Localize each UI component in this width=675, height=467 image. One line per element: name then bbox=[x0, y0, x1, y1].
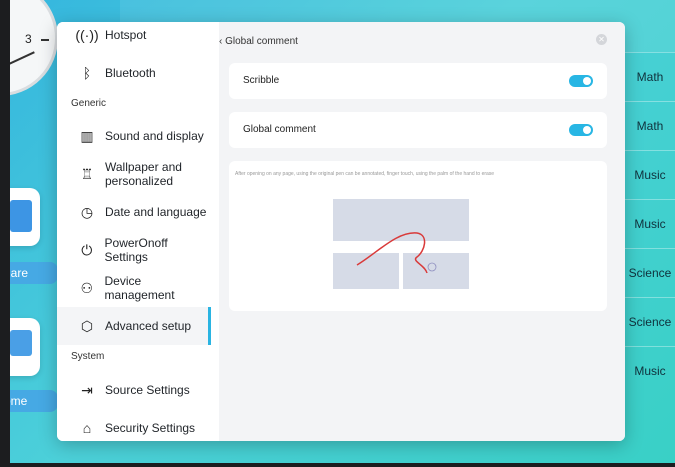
touch-point bbox=[427, 262, 437, 272]
sidebar-item-wallpaper[interactable]: ♖ Wallpaper and personalized bbox=[57, 155, 211, 193]
search-screen-icon bbox=[10, 330, 32, 356]
sidebar-item-label: Source Settings bbox=[105, 383, 190, 397]
settings-dialog: ((·)) Hotspot ᛒ Bluetooth Generic ▥ Soun… bbox=[57, 22, 625, 441]
advanced-setup-icon: ⬡ bbox=[80, 317, 94, 334]
sidebar-item-label: Device management bbox=[104, 274, 175, 302]
sidebar-item-label: Security Settings bbox=[105, 421, 196, 435]
home-app-icon[interactable] bbox=[10, 318, 40, 376]
page-title: Global comment bbox=[225, 36, 298, 47]
bluetooth-icon: ᛒ bbox=[82, 65, 92, 81]
settings-content: ‹ Global comment ✕ Scribble Global comme… bbox=[219, 22, 625, 441]
schedule-subject[interactable]: Science bbox=[625, 248, 675, 297]
sidebar-item-label: PowerOnoff Settings bbox=[104, 236, 168, 264]
back-button[interactable]: ‹ Global comment bbox=[219, 36, 298, 47]
section-header-system: System bbox=[71, 351, 105, 362]
close-icon[interactable]: ✕ bbox=[596, 34, 607, 45]
sidebar-item-device-management[interactable]: ⚇ Device management bbox=[57, 269, 211, 307]
scribble-toggle[interactable] bbox=[569, 75, 593, 87]
clock-widget[interactable]: 3 bbox=[10, 0, 58, 96]
sidebar-item-date-language[interactable]: ◷ Date and language bbox=[57, 193, 211, 231]
global-comment-setting-row: Global comment bbox=[229, 112, 607, 148]
settings-sidebar: ((·)) Hotspot ᛒ Bluetooth Generic ▥ Soun… bbox=[57, 22, 211, 441]
schedule-subject[interactable]: Science bbox=[625, 297, 675, 346]
sound-display-icon: ▥ bbox=[80, 127, 94, 144]
scribble-setting-row: Scribble bbox=[229, 63, 607, 99]
global-comment-toggle[interactable] bbox=[569, 124, 593, 136]
sidebar-item-security-settings[interactable]: ⌂ Security Settings bbox=[57, 409, 211, 441]
sidebar-item-sound-display[interactable]: ▥ Sound and display bbox=[57, 117, 211, 155]
sidebar-item-bluetooth[interactable]: ᛒ Bluetooth bbox=[57, 54, 211, 92]
sidebar-item-label: Advanced setup bbox=[105, 319, 192, 333]
hotspot-icon: ((·)) bbox=[75, 27, 99, 43]
sidebar-item-source-settings[interactable]: ⇥ Source Settings bbox=[57, 371, 211, 409]
pen-stroke bbox=[356, 232, 428, 274]
clock-tick bbox=[41, 39, 49, 41]
schedule-subject[interactable]: Music bbox=[625, 346, 675, 395]
annotation-illustration bbox=[356, 232, 437, 274]
schedule-subject[interactable]: Music bbox=[625, 199, 675, 248]
sidebar-item-label: Wallpaper and personalized bbox=[105, 160, 182, 188]
security-icon: ⌂ bbox=[82, 420, 92, 436]
sidebar-item-advanced-setup[interactable]: ⬡ Advanced setup bbox=[57, 307, 211, 345]
sidebar-item-label: Hotspot bbox=[105, 28, 147, 42]
clock-hand bbox=[10, 51, 35, 65]
clock-numeral: 3 bbox=[25, 32, 32, 46]
schedule-column: Math Math Music Music Science Science Mu… bbox=[625, 52, 675, 395]
schedule-subject[interactable]: Music bbox=[625, 150, 675, 199]
setting-label: Scribble bbox=[243, 75, 280, 86]
section-header-generic: Generic bbox=[71, 98, 107, 109]
clock-icon: ◷ bbox=[80, 203, 94, 220]
source-icon: ⇥ bbox=[81, 381, 93, 398]
description-card: After opening on any page, using the ori… bbox=[229, 161, 607, 311]
home-app-label[interactable]: ome bbox=[10, 390, 58, 412]
schedule-subject[interactable]: Math bbox=[625, 101, 675, 150]
sidebar-item-label: Sound and display bbox=[105, 129, 204, 143]
setting-label: Global comment bbox=[243, 124, 316, 135]
device-management-icon: ⚇ bbox=[80, 279, 94, 296]
sidebar-item-label: Date and language bbox=[105, 205, 207, 219]
schedule-subject[interactable]: Math bbox=[625, 52, 675, 101]
share-app-label[interactable]: hare bbox=[10, 262, 58, 284]
wallpaper-icon: ♖ bbox=[80, 165, 94, 182]
power-icon: ⏻ bbox=[81, 241, 93, 258]
sidebar-item-hotspot[interactable]: ((·)) Hotspot bbox=[57, 22, 211, 54]
phone-icon bbox=[10, 200, 32, 232]
sidebar-item-label: Bluetooth bbox=[105, 66, 156, 80]
share-app-icon[interactable] bbox=[10, 188, 40, 246]
sidebar-item-power[interactable]: ⏻ PowerOnoff Settings bbox=[57, 231, 211, 269]
